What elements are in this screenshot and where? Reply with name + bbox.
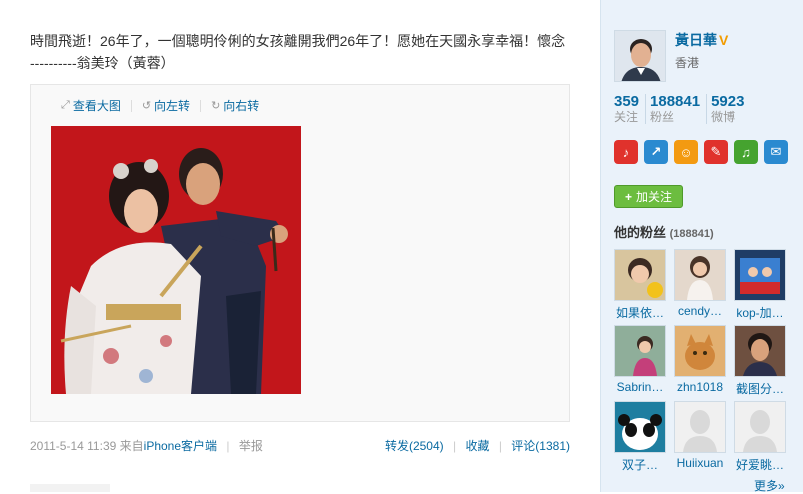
next-post-edge xyxy=(30,484,110,492)
fan-avatar xyxy=(674,325,726,377)
weibo-main-column: 時間飛逝！26年了，一個聰明伶俐的女孩離開我們26年了！愿她在天國永享幸福！懷念… xyxy=(0,0,600,492)
profile-avatar[interactable] xyxy=(614,30,666,82)
rotate-right-label: 向右转 xyxy=(223,99,260,113)
stat-followers-count: 188841 xyxy=(650,93,701,110)
stat-posts-label: 微博 xyxy=(711,110,736,124)
source-prefix: 来自 xyxy=(119,439,144,453)
stat-following-label: 关注 xyxy=(614,110,639,124)
share-icon[interactable]: ↗ xyxy=(644,140,668,164)
media-toolbar: ⤢ 查看大图 ↺ 向左转 ↻ 向右转 xyxy=(61,97,259,114)
microphone-icon[interactable]: ♪ xyxy=(614,140,638,164)
photo-illustration xyxy=(51,126,301,394)
fan-name: Huiixuan xyxy=(676,456,724,470)
post-photo[interactable] xyxy=(51,126,301,394)
stat-followers-label: 粉丝 xyxy=(650,110,675,124)
fan-name: cendy… xyxy=(677,304,723,318)
profile-stats: 359 关注 188841 粉丝 5923 微博 xyxy=(614,94,750,124)
divider: | xyxy=(453,439,457,453)
music-icon[interactable]: ♫ xyxy=(734,140,758,164)
avatar-image xyxy=(735,326,785,376)
default-avatar-icon xyxy=(675,402,725,452)
fan-item[interactable]: zhn1018 xyxy=(674,325,726,394)
fan-avatar xyxy=(614,401,666,453)
divider xyxy=(200,99,202,112)
fan-name: 双子… xyxy=(621,458,658,472)
stat-followers[interactable]: 188841 粉丝 xyxy=(645,94,706,124)
fan-name: Sabrin… xyxy=(616,380,664,394)
post-meta: 2011-5-14 11:39 来自iPhone客户端 | 举报 转发(2504… xyxy=(30,437,570,454)
fan-item[interactable]: 好爱眺… xyxy=(734,401,786,473)
smile-icon[interactable]: ☺ xyxy=(674,140,698,164)
divider: | xyxy=(226,439,230,453)
stat-following[interactable]: 359 关注 xyxy=(614,93,645,125)
stat-posts-count: 5923 xyxy=(711,93,745,110)
avatar-image xyxy=(675,326,725,376)
stat-posts[interactable]: 5923 微博 xyxy=(706,94,750,124)
more-fans-link[interactable]: 更多» xyxy=(754,477,785,494)
fan-name: 截图分… xyxy=(735,382,784,396)
follow-label: 加关注 xyxy=(636,190,673,204)
post-text: 時間飛逝！26年了，一個聰明伶俐的女孩離開我們26年了！愿她在天國永享幸福！懷念… xyxy=(30,30,590,74)
favorite-link[interactable]: 收藏 xyxy=(465,439,489,453)
profile-name-label: 黃日華 xyxy=(675,32,717,48)
divider xyxy=(130,99,132,112)
default-avatar-icon xyxy=(735,402,785,452)
zoom-icon: ⤢ xyxy=(61,99,70,111)
fan-avatar xyxy=(674,249,726,301)
fan-item[interactable]: cendy… xyxy=(674,249,726,318)
fan-name: 如果依… xyxy=(615,306,664,320)
fan-avatar xyxy=(734,325,786,377)
post-meta-right: 转发(2504) | 收藏 | 评论(1381) xyxy=(385,437,570,454)
profile-location: 香港 xyxy=(675,56,700,70)
avatar-image xyxy=(740,258,780,294)
stat-following-count: 359 xyxy=(614,93,640,110)
post-text-line-1: 時間飛逝！26年了，一個聰明伶俐的女孩離開我們26年了！愿她在天國永享幸福！懷念 xyxy=(30,33,566,49)
fans-title-label: 他的粉丝 xyxy=(614,225,667,240)
view-large-label: 查看大图 xyxy=(72,99,121,113)
repost-link[interactable]: 转发(2504) xyxy=(385,439,444,453)
view-large-button[interactable]: ⤢ 查看大图 xyxy=(61,97,121,114)
post-meta-left: 2011-5-14 11:39 来自iPhone客户端 | 举报 xyxy=(30,437,263,454)
fan-avatar xyxy=(674,401,726,453)
fan-avatar xyxy=(734,401,786,453)
verified-icon: V xyxy=(719,32,729,48)
profile-name[interactable]: 黃日華 V xyxy=(675,30,728,50)
fan-item[interactable]: 截图分… xyxy=(734,325,786,397)
chat-icon[interactable]: ✉ xyxy=(764,140,788,164)
media-box: ⤢ 查看大图 ↺ 向左转 ↻ 向右转 xyxy=(30,84,570,422)
avatar-image xyxy=(615,402,665,452)
avatar-image xyxy=(615,31,665,81)
rotate-left-button[interactable]: ↺ 向左转 xyxy=(142,97,190,114)
fan-avatar xyxy=(734,249,786,301)
avatar-image xyxy=(628,258,663,298)
follow-button[interactable]: + 加关注 xyxy=(614,185,683,208)
fan-item[interactable]: 双子… xyxy=(614,401,666,473)
app-icons-row: ♪ ↗ ☺ ✎ ♫ ✉ xyxy=(614,140,794,164)
fan-name: 好爱眺… xyxy=(735,458,784,472)
fans-heading: 他的粉丝 (188841) xyxy=(614,222,714,241)
post-time-link[interactable]: 2011-5-14 11:39 xyxy=(30,439,116,453)
comment-link[interactable]: 评论(1381) xyxy=(511,439,570,453)
fans-count: (188841) xyxy=(669,228,714,240)
fan-avatar xyxy=(614,325,666,377)
post-text-line-2: ----------翁美玲（黃蓉） xyxy=(30,55,175,71)
plus-icon: + xyxy=(624,189,632,204)
rotate-right-button[interactable]: ↻ 向右转 xyxy=(211,97,259,114)
fan-item[interactable]: Huiixuan xyxy=(674,401,726,470)
rotate-right-icon: ↻ xyxy=(211,100,221,112)
report-link[interactable]: 举报 xyxy=(239,439,263,453)
fan-name: zhn1018 xyxy=(676,380,724,394)
tag-icon[interactable]: ✎ xyxy=(704,140,728,164)
fan-item[interactable]: Sabrin… xyxy=(614,325,666,394)
divider: | xyxy=(498,439,502,453)
source-link[interactable]: iPhone客户端 xyxy=(144,439,217,453)
rotate-left-label: 向左转 xyxy=(154,99,191,113)
fan-item[interactable]: kop-加… xyxy=(734,249,786,321)
avatar-image xyxy=(687,256,713,300)
rotate-left-icon: ↺ xyxy=(141,100,152,112)
fan-item[interactable]: 如果依… xyxy=(614,249,666,321)
avatar-image xyxy=(615,326,665,376)
fan-avatar xyxy=(614,249,666,301)
fan-name: kop-加… xyxy=(736,306,784,320)
